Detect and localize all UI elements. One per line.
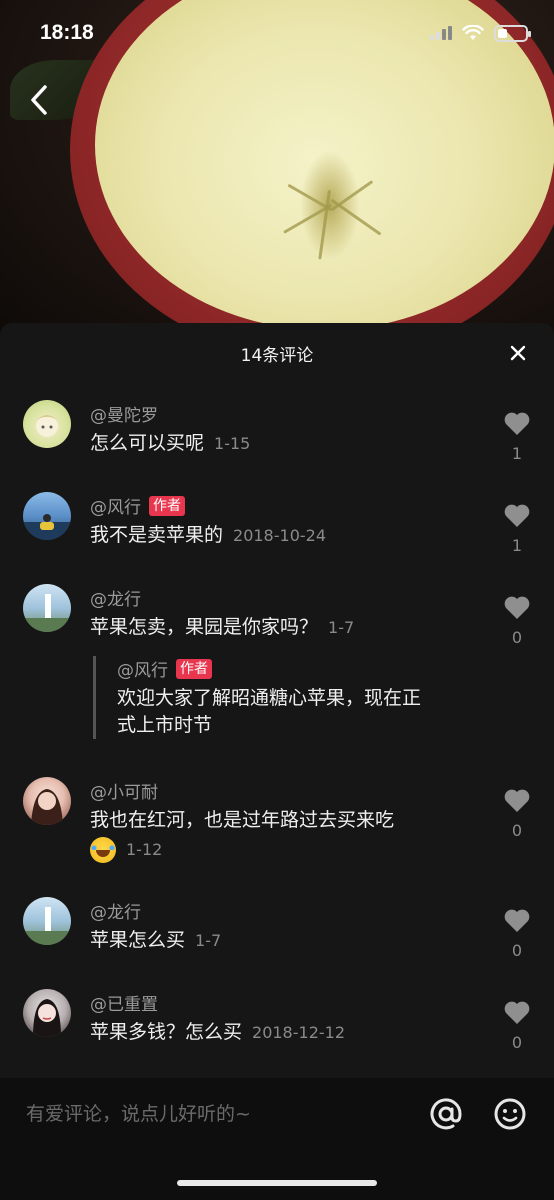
author-badge: 作者 [176,658,212,679]
wifi-icon [462,25,484,40]
author-reply: @风行 作者 欢迎大家了解昭通糖心苹果，现在正 式上市时节 [93,656,513,739]
like-button[interactable]: 0 [502,594,532,647]
username-text[interactable]: @小可耐 [90,778,158,803]
heart-icon [504,596,530,619]
like-button[interactable]: 1 [502,410,532,463]
comment-body: 苹果怎么买 [90,929,186,951]
comment-text: 我不是卖苹果的 2018-10-24 [90,521,326,550]
home-area [0,1150,554,1200]
laughing-emoji-icon [90,836,116,863]
status-icons [430,24,531,42]
comment-username[interactable]: @龙行 [90,898,141,923]
comment-time: 2018-12-12 [252,1023,345,1042]
like-count: 0 [511,628,523,647]
comment-time: 1-7 [195,931,222,950]
comment-time: 1-15 [214,434,251,453]
like-count: 1 [511,536,523,555]
like-count: 0 [511,1033,523,1052]
comment-item: @龙行 苹果怎么买 1-7 0 [0,897,554,977]
like-button[interactable]: 0 [502,787,532,840]
like-count: 1 [511,444,523,463]
username-text[interactable]: @曼陀罗 [90,401,158,426]
signal-icon [430,26,452,40]
username-text[interactable]: @风行 [117,656,168,681]
username-text[interactable]: @龙行 [90,898,141,923]
panel-header: 14条评论 [0,323,554,383]
comment-input-bar [0,1078,554,1150]
status-bar: 18:18 [0,0,554,66]
comment-username[interactable]: @曼陀罗 [90,401,158,426]
emoji-button[interactable] [492,1096,528,1132]
reply-username[interactable]: @风行 作者 [117,656,513,681]
comment-time: 1-12 [126,840,163,859]
like-count: 0 [511,821,523,840]
avatar[interactable] [23,989,71,1037]
comment-count-title: 14条评论 [240,345,314,366]
comment-username[interactable]: @已重置 [90,990,158,1015]
comment-text: 苹果怎么买 1-7 [90,926,221,955]
back-button[interactable] [24,82,54,118]
like-count: 0 [511,941,523,960]
comment-body: 苹果多钱？怎么买 [90,1021,243,1043]
comment-item: @龙行 苹果怎卖，果园是你家吗？ 1-7 0 @风行 作者 欢迎大家了解昭通糖心苹果… [0,584,554,744]
comment-body: 我不是卖苹果的 [90,524,224,546]
heart-icon [504,789,530,812]
comment-body: 苹果怎卖，果园是你家吗？ [90,616,319,638]
status-time: 18:18 [40,21,94,44]
reply-text-line: 欢迎大家了解昭通糖心苹果，现在正 [117,687,422,709]
comment-text: 苹果怎卖，果园是你家吗？ 1-7 [90,613,354,642]
smiley-icon [494,1098,526,1130]
avatar[interactable] [23,492,71,540]
reply-text-line: 式上市时节 [117,714,213,736]
comment-text: 怎么可以买呢 1-15 [90,429,250,458]
comment-time: 2018-10-24 [233,526,326,545]
battery-icon [494,24,531,42]
chevron-left-icon [31,85,47,115]
comment-username[interactable]: @风行 作者 [90,493,185,518]
comment-text: 苹果多钱？怎么买 2018-12-12 [90,1018,345,1047]
comment-username[interactable]: @龙行 [90,585,141,610]
comment-item: @小可耐 我也在红河，也是过年路过去买来吃 1-12 0 [0,777,554,877]
heart-icon [504,1001,530,1024]
like-button[interactable]: 0 [502,907,532,960]
avatar[interactable] [23,584,71,632]
close-button[interactable] [506,341,530,365]
avatar[interactable] [23,400,71,448]
avatar[interactable] [23,897,71,945]
comment-item: @曼陀罗 怎么可以买呢 1-15 1 [0,400,554,480]
avatar[interactable] [23,777,71,825]
comment-body: 我也在红河，也是过年路过去买来吃 [90,809,395,831]
mention-button[interactable] [426,1094,466,1134]
comment-username[interactable]: @小可耐 [90,778,158,803]
username-text[interactable]: @风行 [90,493,141,518]
username-text[interactable]: @已重置 [90,990,158,1015]
like-button[interactable]: 0 [502,999,532,1052]
username-text[interactable]: @龙行 [90,585,141,610]
comment-body: 怎么可以买呢 [90,432,205,454]
comment-text: 我也在红河，也是过年路过去买来吃 1-12 [90,806,394,864]
home-indicator[interactable] [177,1180,377,1186]
heart-icon [504,909,530,932]
author-badge: 作者 [149,495,185,516]
close-icon [510,345,526,361]
comment-input[interactable] [26,1103,426,1125]
comment-time: 1-7 [328,618,355,637]
heart-icon [504,412,530,435]
heart-icon [504,504,530,527]
at-icon [430,1098,462,1130]
reply-text: 欢迎大家了解昭通糖心苹果，现在正 式上市时节 [117,685,513,739]
like-button[interactable]: 1 [502,502,532,555]
comment-item: @已重置 苹果多钱？怎么买 2018-12-12 0 [0,989,554,1069]
comment-item: @风行 作者 我不是卖苹果的 2018-10-24 1 [0,492,554,572]
